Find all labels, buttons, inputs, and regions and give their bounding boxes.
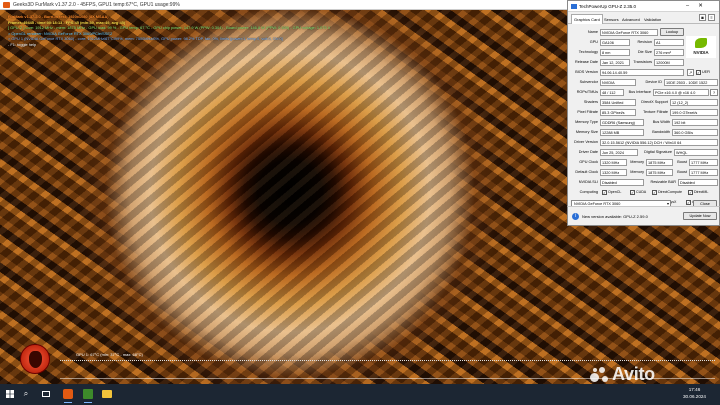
row-memory-size: Memory Size 12288 MB Bandwidth 360.0 GB/… [568,128,720,137]
close-icon[interactable]: ✕ [694,1,707,12]
uefi-checkbox: ✓ UEFI [696,70,711,75]
help-icon[interactable]: ? [710,89,718,96]
row-driver-version: Driver Version 32.0.15.5612 (NVIDIA 556.… [568,138,720,147]
avito-logo-icon [590,366,610,384]
clock-time: 17:46 [688,387,701,392]
gpuz-titlebar[interactable]: TechPowerUp GPU-Z 2.35.0 – ✕ [568,1,719,12]
taskbar: ⌕ 17:46 30.06.2024 [0,384,720,405]
clock-date: 30.06.2024 [683,394,706,399]
gpuz-graphics-card-panel: NVIDIA Name NVIDIA GeForce RTX 3060 Look… [568,24,719,214]
row-gpu-clock: GPU Clock 1320 MHz Memory 1875 MHz Boost… [568,158,720,167]
row-name: Name NVIDIA GeForce RTX 3060 Lookup [568,28,720,37]
tab-validation[interactable]: Validation [642,15,663,24]
minimize-icon[interactable]: – [681,1,694,12]
row-computing: Computing ✓ OpenCL ✓ CUDA ✓ DirectCompute ✓… [579,190,709,195]
share-icon[interactable]: ↗ [687,69,694,76]
furmark-osd: FurMark v1.37.2.0 - Burn-in test, 1920x1… [8,14,330,47]
furmark-taskbar-icon[interactable] [62,388,74,403]
task-view-icon[interactable] [40,388,52,400]
row-release: Release Date Jan 12, 2021 Transistors 12… [568,58,720,67]
file-explorer-icon[interactable] [101,388,113,400]
osd-gpu1-line: > GPU 1 (NVIDIA GeForce RTX 3060) - core… [8,36,283,41]
graph-label: GPU 1: 67°C (min: 37°C - max: 68°C) [76,352,143,357]
tab-advanced[interactable]: Advanced [620,15,642,24]
gpuz-title: TechPowerUp GPU-Z 2.35.0 [579,4,637,9]
row-driver-date: Driver Date Jun 25, 2024 Digital Signatu… [568,148,720,157]
gpuz-tab-bar: Graphics Card Sensors Advanced Validatio… [568,12,719,24]
directcompute-checkbox: ✓ DirectCompute [652,190,682,195]
gpuz-window[interactable]: TechPowerUp GPU-Z 2.35.0 – ✕ Graphics Ca… [567,0,720,226]
start-button[interactable] [4,388,16,400]
row-shaders: Shaders 3584 Unified DirectX Support 12 … [568,98,720,107]
row-memory-type: Memory Type GDDR6 (Samsung) Bus Width 19… [568,118,720,127]
row-pixel-fillrate: Pixel Fillrate 85.3 GPixel/s Texture Fil… [568,108,720,117]
update-now-button[interactable]: Update Now [683,212,717,220]
gpu-name-field: NVIDIA GeForce RTX 3060 [600,29,658,36]
gpuz-taskbar-icon[interactable] [82,388,94,403]
windows-icon [6,390,14,398]
search-icon[interactable]: ⌕ [20,388,32,400]
update-notification: i New version available: GPU-Z 2.59.0 Up… [567,206,720,226]
osd-help-line: - F1: toggle help [8,41,37,47]
row-rops: ROPs/TMUs 48 / 112 Bus Interface PCIe x1… [568,88,720,97]
row-technology: Technology 8 nm Die Size 276 mm² [568,48,720,57]
graph-line [60,360,715,361]
tab-graphics-card[interactable]: Graphics Card [571,14,603,24]
lookup-button[interactable]: Lookup [660,28,684,36]
opencl-checkbox: ✓ OpenCL [602,190,622,195]
row-default-clock: Default Clock 1320 MHz Memory 1875 MHz B… [568,168,720,177]
furmark-window-title: Geeks3D FurMark v1.37.2.0 - 45FPS, GPU1 … [13,2,180,8]
update-message: New version available: GPU-Z 2.59.0 [582,214,648,219]
info-icon: i [572,213,579,220]
tab-sensors[interactable]: Sensors [602,15,621,24]
osd-gpuz-line: [ GPU-Z ] core: 1912 MHz - mem: 1875 MHz… [8,25,331,30]
tray-clock[interactable]: 17:46 30.06.2024 [683,386,706,400]
furmark-app-icon [3,2,10,8]
row-gpu: GPU GA106 Revision A1 [568,38,720,47]
avito-watermark: Avito [590,365,655,383]
row-sli: NVIDIA SLI Disabled Resizable BAR Disabl… [568,178,720,187]
row-subvendor: Subvendor NVIDIA Device ID 10DE 2503 - 1… [568,78,720,87]
furmark-logo [20,344,50,374]
cuda-checkbox: ✓ CUDA [630,190,647,195]
gpuz-app-icon [571,4,577,9]
menu-icon[interactable]: ≡ [708,14,715,21]
camera-icon[interactable]: ◙ [699,14,706,21]
directml-checkbox: ✓ DirectML [688,190,709,195]
row-bios: BIOS Version 94.06.14.40.59 ↗ ✓ UEFI [575,69,711,76]
